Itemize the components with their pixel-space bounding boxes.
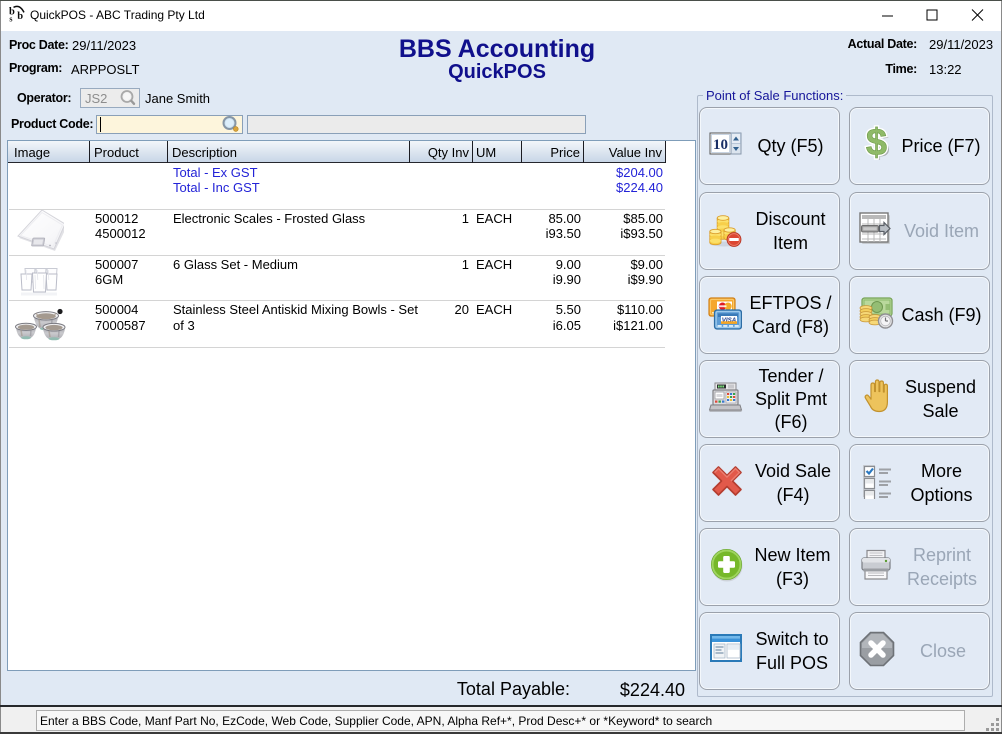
svg-text:b: b (17, 11, 23, 22)
svg-text:s: s (9, 15, 12, 24)
svg-text:$: $ (866, 124, 887, 164)
svg-text:10: 10 (713, 137, 728, 153)
